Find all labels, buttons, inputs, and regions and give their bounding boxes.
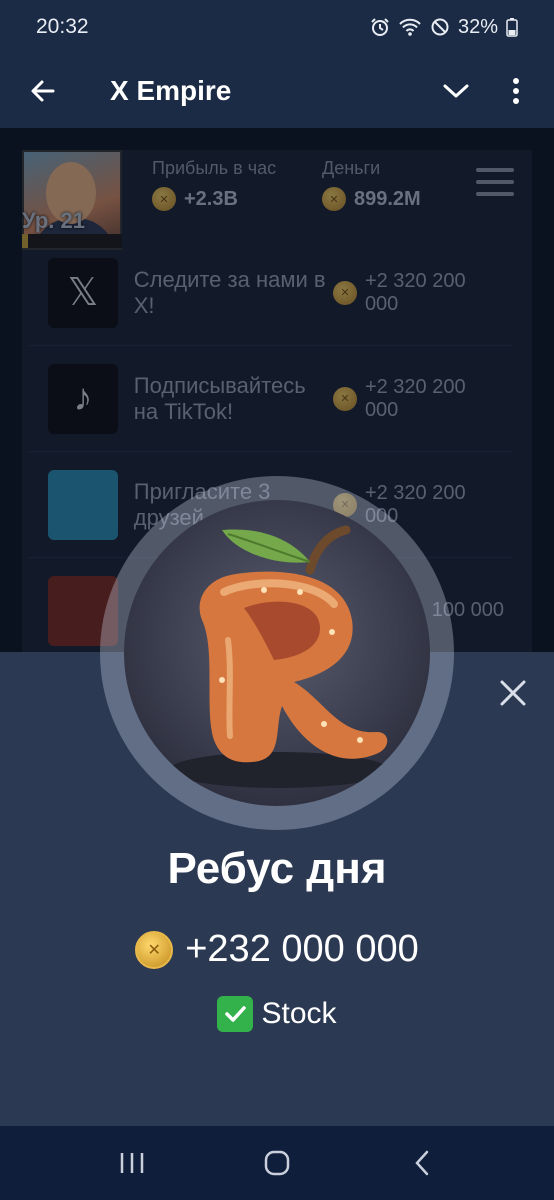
more-options-button[interactable] [486,54,546,128]
reward-value: +232 000 000 [185,928,419,970]
more-vert-icon [513,78,519,104]
status-bar: 20:32 32% [0,0,554,54]
alarm-icon [370,17,390,37]
system-nav-bar [0,1126,554,1200]
do-not-disturb-icon [430,17,450,37]
back-button[interactable] [0,54,86,128]
home-icon [264,1150,290,1176]
chevron-down-icon [443,84,469,98]
app-header: X Empire [0,54,554,128]
back-icon [414,1150,428,1176]
close-icon [500,680,526,706]
coin-icon: ✕ [135,930,174,969]
apple-letter-r-image [124,500,430,806]
sheet-reward: ✕ +232 000 000 [0,928,554,971]
system-back-button[interactable] [392,1133,452,1193]
status-text: Stock [261,997,337,1030]
status-icons: 32% [370,16,518,39]
battery-icon [506,17,518,37]
battery-text: 32% [457,15,498,38]
wifi-icon [398,17,422,37]
home-button[interactable] [247,1133,307,1193]
collapse-button[interactable] [426,54,486,128]
app-title: X Empire [110,75,232,106]
recent-apps-icon [121,1153,144,1173]
check-mark-icon [217,996,254,1032]
sheet-status: Stock [0,996,554,1032]
status-time: 20:32 [36,15,89,38]
recent-apps-button[interactable] [102,1133,162,1193]
sheet-title: Ребус дня [167,844,387,893]
back-arrow-icon [31,80,55,102]
close-button[interactable] [496,676,530,710]
